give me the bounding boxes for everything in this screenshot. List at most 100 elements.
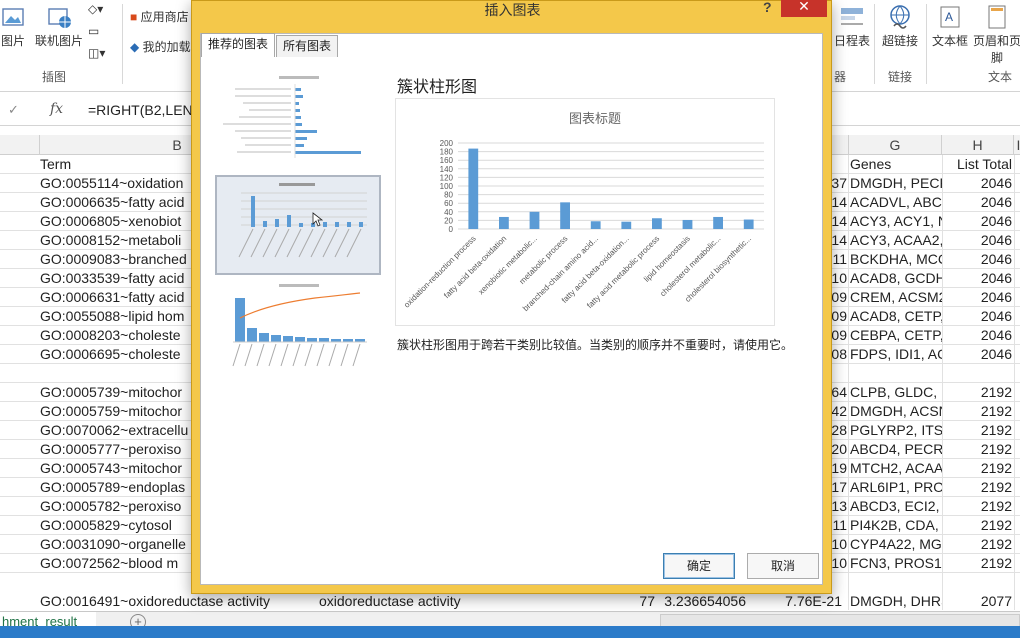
formula-input[interactable]: =RIGHT(B2,LEN — [88, 102, 193, 118]
help-icon[interactable]: ? — [763, 0, 772, 15]
tab-recommended-charts[interactable]: 推荐的图表 — [201, 33, 276, 57]
thumbnail-clustered-column[interactable] — [215, 175, 381, 275]
term-cell[interactable]: GO:0031090~organelle — [40, 535, 190, 554]
term-cell[interactable]: GO:0006635~fatty acid — [40, 193, 190, 212]
genes-cell[interactable]: PI4K2B, CDA, C — [850, 516, 942, 535]
term-cell[interactable]: GO:0009083~branched — [40, 250, 190, 269]
total-cell[interactable]: 2046 — [944, 231, 1012, 250]
total-cell[interactable]: 2192 — [944, 497, 1012, 516]
term-cell[interactable]: GO:0055114~oxidation — [40, 174, 190, 193]
picture-button[interactable]: 图片 — [0, 4, 30, 49]
column-header-g[interactable]: G — [848, 135, 942, 155]
genes-cell[interactable]: BCKDHA, MCC — [850, 250, 942, 269]
genes-cell[interactable] — [850, 364, 942, 383]
tab-all-charts[interactable]: 所有图表 — [276, 35, 339, 57]
genes-cell[interactable]: CLPB, GLDC, E — [850, 383, 942, 402]
textbox-button[interactable]: A 文本框 — [930, 4, 970, 49]
genes-cell[interactable]: CREM, ACSM2 — [850, 288, 942, 307]
count-cell[interactable]: 77 — [560, 592, 655, 611]
term-cell[interactable]: GO:0055088~lipid hom — [40, 307, 190, 326]
thumbnail-bar-chart[interactable] — [215, 70, 381, 170]
term-header[interactable]: Term — [40, 155, 190, 174]
genes-cell[interactable]: ACY3, ACAA2, — [850, 231, 942, 250]
term-cell[interactable]: GO:0072562~blood m — [40, 554, 190, 573]
term-cell[interactable]: GO:0005782~peroxiso — [40, 497, 190, 516]
hyperlink-button[interactable]: 超链接 — [878, 4, 922, 49]
total-cell[interactable]: 2046 — [944, 307, 1012, 326]
genes-cell[interactable]: CYP4A22, MGS — [850, 535, 942, 554]
term-cell[interactable]: GO:0005777~peroxiso — [40, 440, 190, 459]
category-cell[interactable]: oxidoreductase activity — [319, 592, 559, 611]
genes-cell[interactable]: DMGDH, PECR — [850, 174, 942, 193]
chart-bar — [743, 219, 754, 229]
fx-icon[interactable]: fx — [50, 101, 63, 117]
genes-cell[interactable]: ACAD8, GCDH — [850, 269, 942, 288]
term-cell[interactable]: GO:0006695~choleste — [40, 345, 190, 364]
header-footer-button[interactable]: 页眉和页脚 — [972, 4, 1020, 66]
term-cell[interactable]: GO:0016491~oxidoreductase activity — [40, 592, 315, 611]
term-cell[interactable]: GO:0006631~fatty acid — [40, 288, 190, 307]
term-cell[interactable] — [40, 364, 190, 383]
store-button[interactable]: ■ 应用商店 — [130, 8, 189, 25]
close-button[interactable]: ✕ — [781, 0, 827, 17]
total-cell[interactable]: 2192 — [944, 421, 1012, 440]
genes-cell[interactable]: MTCH2, ACAA — [850, 459, 942, 478]
percent-cell[interactable]: 3.236654056 — [658, 592, 746, 611]
term-cell[interactable]: GO:0006805~xenobiot — [40, 212, 190, 231]
genes-cell[interactable]: CEBPA, CETP, — [850, 326, 942, 345]
term-cell[interactable]: GO:0005829~cytosol — [40, 516, 190, 535]
total-cell[interactable]: 2192 — [944, 459, 1012, 478]
genes-cell[interactable]: PGLYRP2, ITSN — [850, 421, 942, 440]
timeline-button[interactable]: 日程表 — [832, 4, 872, 49]
online-picture-button[interactable]: 联机图片 — [32, 4, 86, 49]
confirm-icon[interactable]: ✓ — [8, 102, 19, 118]
term-cell[interactable]: GO:0008203~choleste — [40, 326, 190, 345]
total-cell[interactable]: 2192 — [944, 478, 1012, 497]
genes-cell[interactable]: FCN3, PROS1, — [850, 554, 942, 573]
column-header-i[interactable]: I — [1014, 135, 1020, 155]
total-cell[interactable]: 2046 — [944, 174, 1012, 193]
corner-cell[interactable] — [0, 135, 40, 155]
shapes-icon[interactable]: ◇▾ — [88, 2, 103, 16]
total-cell[interactable]: 2077 — [944, 592, 1012, 611]
total-cell[interactable]: 2046 — [944, 288, 1012, 307]
pvalue-cell[interactable]: 7.76E-21 — [750, 592, 842, 611]
term-cell[interactable]: GO:0005759~mitochor — [40, 402, 190, 421]
screenshot-icon[interactable]: ◫▾ — [88, 46, 105, 60]
ok-button[interactable]: 确定 — [663, 553, 735, 579]
genes-cell[interactable]: DMGDH, DHRS — [850, 592, 942, 611]
total-cell[interactable]: 2192 — [944, 383, 1012, 402]
genes-header[interactable]: Genes — [850, 155, 942, 174]
genes-cell[interactable]: ABCD3, ECI2, I — [850, 497, 942, 516]
genes-cell[interactable]: ARL6IP1, PROS — [850, 478, 942, 497]
total-cell[interactable]: 2046 — [944, 212, 1012, 231]
column-header-h[interactable]: H — [942, 135, 1014, 155]
genes-cell[interactable]: ABCD4, PECR, — [850, 440, 942, 459]
thumbnail-pareto-chart[interactable] — [215, 280, 381, 380]
total-cell[interactable]: 2192 — [944, 535, 1012, 554]
total-cell[interactable]: 2046 — [944, 269, 1012, 288]
genes-cell[interactable]: ACY3, ACY1, N — [850, 212, 942, 231]
smartart-icon[interactable]: ▭ — [88, 24, 99, 38]
total-cell[interactable]: 2192 — [944, 402, 1012, 421]
genes-cell[interactable]: ACAD8, CETP, — [850, 307, 942, 326]
total-cell[interactable]: 2192 — [944, 554, 1012, 573]
total-cell[interactable]: 2046 — [944, 193, 1012, 212]
genes-cell[interactable]: DMGDH, ACSN — [850, 402, 942, 421]
total-cell[interactable]: 2192 — [944, 516, 1012, 535]
total-cell[interactable] — [944, 364, 1012, 383]
term-cell[interactable]: GO:0008152~metaboli — [40, 231, 190, 250]
genes-cell[interactable]: ACADVL, ABCI — [850, 193, 942, 212]
term-cell[interactable]: GO:0005789~endoplas — [40, 478, 190, 497]
genes-cell[interactable]: FDPS, IDI1, AC — [850, 345, 942, 364]
cancel-button[interactable]: 取消 — [747, 553, 819, 579]
total-cell[interactable]: 2046 — [944, 250, 1012, 269]
term-cell[interactable]: GO:0033539~fatty acid — [40, 269, 190, 288]
term-cell[interactable]: GO:0005739~mitochor — [40, 383, 190, 402]
total-cell[interactable]: 2192 — [944, 440, 1012, 459]
term-cell[interactable]: GO:0070062~extracellu — [40, 421, 190, 440]
total-cell[interactable]: 2046 — [944, 345, 1012, 364]
list-total-header[interactable]: List Total — [944, 155, 1012, 174]
total-cell[interactable]: 2046 — [944, 326, 1012, 345]
term-cell[interactable]: GO:0005743~mitochor — [40, 459, 190, 478]
